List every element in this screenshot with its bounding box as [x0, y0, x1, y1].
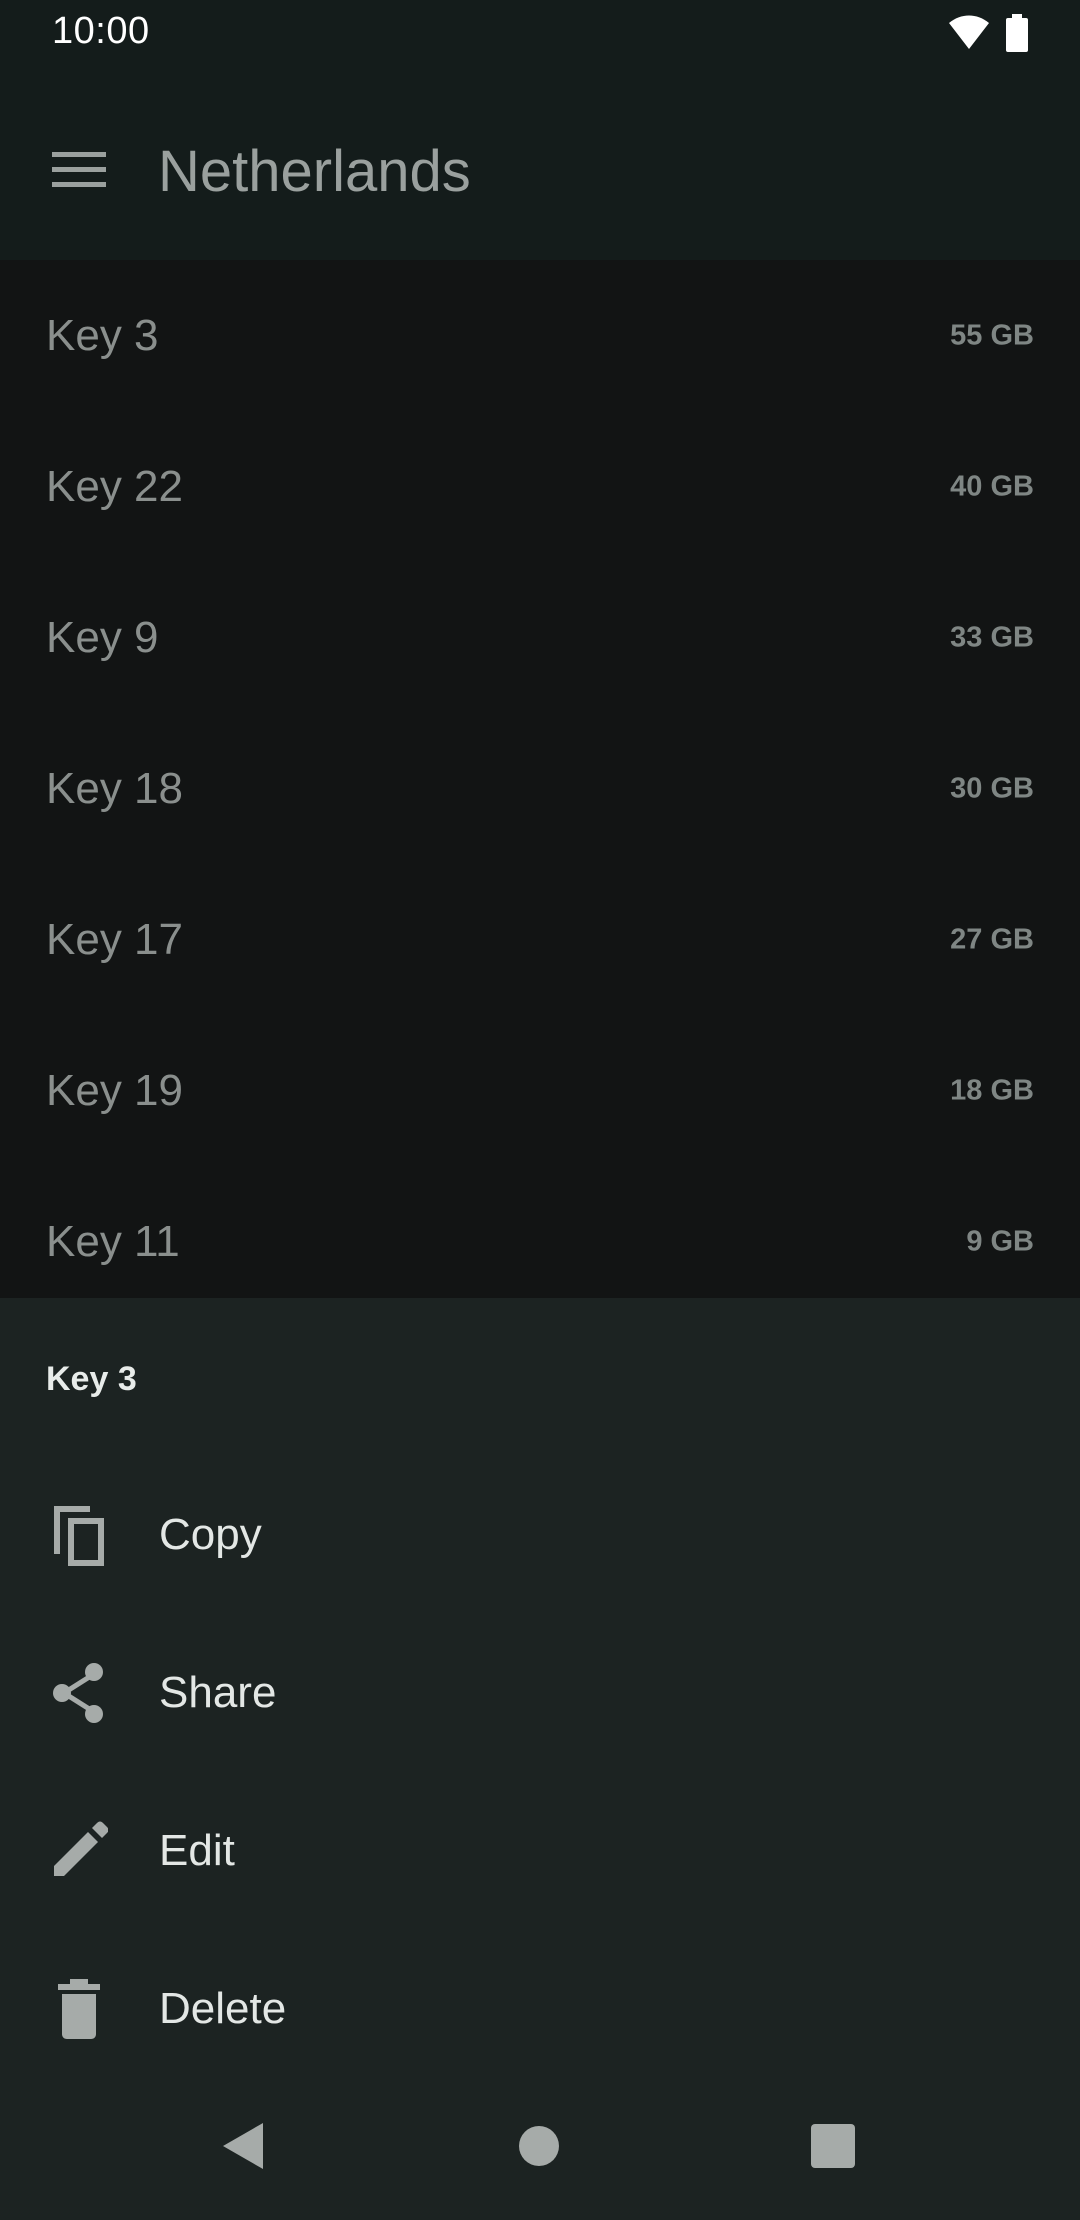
list-item[interactable]: Key 22 40 GB	[0, 411, 1080, 562]
list-item[interactable]: Key 18 30 GB	[0, 713, 1080, 864]
nav-bar	[0, 2072, 1080, 2220]
share-label: Share	[159, 1668, 277, 1717]
copy-label: Copy	[159, 1510, 262, 1559]
key-size: 9 GB	[966, 1225, 1034, 1257]
key-size: 30 GB	[950, 772, 1034, 804]
share-action[interactable]: Share	[0, 1614, 1080, 1772]
recents-icon[interactable]	[811, 2124, 855, 2168]
key-name: Key 11	[46, 1216, 180, 1266]
wifi-icon	[949, 15, 989, 49]
key-name: Key 22	[46, 461, 183, 511]
delete-action[interactable]: Delete	[0, 1930, 1080, 2088]
list-item[interactable]: Key 19 18 GB	[0, 1015, 1080, 1166]
status-bar: 10:00	[0, 0, 1080, 66]
battery-icon	[1006, 14, 1028, 52]
key-name: Key 17	[46, 914, 183, 964]
key-size: 55 GB	[950, 319, 1034, 351]
key-size: 18 GB	[950, 1074, 1034, 1106]
copy-icon	[54, 1506, 104, 1566]
list-item[interactable]: Key 3 55 GB	[0, 260, 1080, 411]
key-list: Key 3 55 GB Key 22 40 GB Key 9 33 GB Key…	[0, 260, 1080, 1298]
list-item[interactable]: Key 9 33 GB	[0, 562, 1080, 713]
key-name: Key 3	[46, 310, 159, 360]
home-icon[interactable]	[518, 2125, 560, 2167]
key-name: Key 18	[46, 763, 183, 813]
copy-action[interactable]: Copy	[0, 1456, 1080, 1614]
app-bar: Netherlands	[0, 66, 1080, 260]
edit-action[interactable]: Edit	[0, 1772, 1080, 1930]
key-size: 33 GB	[950, 621, 1034, 653]
key-name: Key 19	[46, 1065, 183, 1115]
list-item[interactable]: Key 17 27 GB	[0, 864, 1080, 1015]
sheet-title: Key 3	[46, 1360, 137, 1398]
page-title: Netherlands	[158, 139, 471, 204]
share-icon	[53, 1663, 103, 1723]
delete-icon	[58, 1979, 100, 2039]
back-icon[interactable]	[221, 2121, 265, 2171]
edit-icon	[54, 1821, 108, 1876]
status-time: 10:00	[52, 10, 150, 52]
key-size: 27 GB	[950, 923, 1034, 955]
key-size: 40 GB	[950, 470, 1034, 502]
list-item[interactable]: Key 11 9 GB	[0, 1166, 1080, 1298]
delete-label: Delete	[159, 1984, 287, 2033]
menu-icon[interactable]	[52, 150, 106, 190]
status-icons	[948, 14, 1028, 52]
edit-label: Edit	[159, 1826, 235, 1875]
key-name: Key 9	[46, 612, 159, 662]
